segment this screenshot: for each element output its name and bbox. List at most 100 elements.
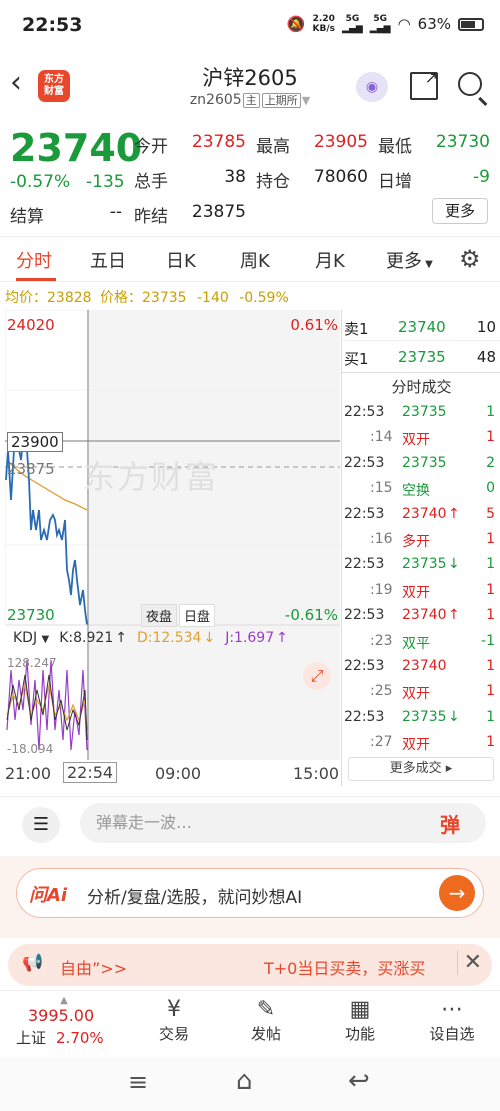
- status-icons: 🔕 2.20 KB/s 5G ▂▄▆ 5G ▂▄▆ ◠ 63%: [287, 14, 484, 34]
- nav-trade[interactable]: ¥ 交易: [134, 997, 214, 1044]
- ref-price: 23875: [7, 460, 55, 478]
- trade-volume: 0: [486, 480, 495, 497]
- tab-five-day[interactable]: 五日: [90, 247, 126, 273]
- danmu-input[interactable]: 弹幕走一波…: [80, 803, 486, 843]
- trade-price: 23740: [402, 658, 447, 674]
- kdj-j: J:1.697: [225, 630, 275, 646]
- trade-row: 22:53 23740 ↑ 5: [342, 502, 497, 528]
- share-icon[interactable]: ↗: [410, 68, 438, 100]
- ai-entry[interactable]: 问Ai 分析/复盘/选股，就问妙想AI →: [16, 868, 484, 918]
- trade-row: :25 双开 1: [342, 679, 497, 705]
- tab-monthly-k[interactable]: 月K: [315, 247, 345, 273]
- chart-canvas[interactable]: [5, 310, 340, 760]
- search-icon[interactable]: [458, 72, 488, 106]
- kdj-selector[interactable]: KDJ ▼: [13, 630, 49, 646]
- index-ticker[interactable]: ▲ 3995.00 上证 2.70%: [16, 995, 126, 1048]
- tab-weekly-k[interactable]: 周K: [240, 247, 270, 273]
- edit-icon: ✎: [256, 997, 276, 1022]
- home-icon[interactable]: ⌂: [236, 1066, 253, 1096]
- intraday-chart[interactable]: 东方财富 24020 0.61% 23900 23875 23730 -0.61…: [5, 310, 340, 760]
- assistant-avatar-icon[interactable]: ◉: [356, 72, 388, 102]
- chart-bottom-pct: -0.61%: [284, 606, 338, 624]
- kdj-bottom-value: -18.094: [7, 742, 54, 756]
- open-label: 今开: [134, 137, 168, 157]
- trade-volume: 2: [486, 454, 495, 471]
- close-icon[interactable]: ✕: [456, 950, 482, 975]
- quote-panel: 23740 -0.57% -135 结算 -- 今开 23785 最高 2390…: [0, 120, 500, 230]
- trade-row: 22:53 23735 2: [342, 451, 497, 477]
- back-nav-icon[interactable]: ↩: [348, 1066, 370, 1096]
- oi-value: 78060: [313, 167, 368, 187]
- danmu-list-icon[interactable]: ☰: [22, 807, 60, 843]
- settle-value: --: [109, 202, 122, 222]
- bid-price: 23735: [398, 348, 446, 366]
- more-dots-icon: ⋯: [441, 997, 463, 1022]
- signal-1-icon: 5G ▂▄▆: [342, 14, 363, 34]
- tab-intraday[interactable]: 分时: [16, 247, 52, 273]
- trade-time: :14: [370, 429, 393, 446]
- trade-time: 22:53: [344, 454, 385, 471]
- index-price: 3995.00: [28, 1006, 95, 1025]
- signal-2-icon: 5G ▂▄▆: [369, 14, 391, 34]
- daily-inc-label: 日增: [378, 172, 412, 192]
- danmu-toggle-button[interactable]: 弹: [440, 809, 460, 838]
- battery-level: 63%: [417, 15, 451, 33]
- last-price: 23740: [10, 126, 143, 170]
- trade-price: 双平: [402, 635, 430, 652]
- grid-icon: ▦: [349, 997, 371, 1022]
- kdj-d: D:12.534: [136, 630, 202, 646]
- kdj-header: KDJ ▼ K:8.921 ↑ D:12.534 ↓ J:1.697 ↑: [13, 630, 288, 646]
- trade-direction-icon: ↓: [448, 708, 460, 725]
- trade-time: :16: [370, 531, 393, 547]
- trade-volume: 1: [486, 734, 495, 751]
- tab-more[interactable]: 更多 ▼: [386, 247, 433, 273]
- trade-price: 23740: [402, 505, 447, 522]
- wifi-icon: ◠: [397, 15, 411, 33]
- trade-row: 22:53 23735 ↓ 1: [342, 552, 497, 578]
- ask-volume: 10: [476, 318, 496, 336]
- trade-row: 22:53 23735 1: [342, 400, 497, 426]
- more-trades-button[interactable]: 更多成交 ▸: [348, 757, 494, 781]
- ask-price: 23740: [398, 318, 446, 336]
- menu-icon[interactable]: ≡: [128, 1068, 148, 1096]
- night-session-button[interactable]: 夜盘: [141, 604, 178, 627]
- chart-bottom-price: 23730: [7, 606, 55, 624]
- avg-price-line: 均价：23828 价格：23735 -140 -0.59%: [5, 290, 289, 306]
- arrow-right-icon[interactable]: →: [439, 875, 475, 911]
- system-nav: ≡ ⌂ ↩: [0, 1058, 500, 1111]
- trade-row: :14 双开 1: [342, 425, 497, 451]
- settings-gear-icon[interactable]: ⚙: [459, 245, 481, 273]
- trade-volume: 1: [486, 658, 495, 674]
- more-button[interactable]: 更多: [432, 198, 488, 224]
- trade-row: :15 空换 0: [342, 476, 497, 502]
- promo-banner[interactable]: 📢 自由”>> T+0当日买卖，买涨买 ✕: [8, 944, 492, 986]
- trade-time: 22:53: [344, 658, 385, 674]
- day-session-button[interactable]: 日盘: [179, 604, 216, 627]
- clock: 22:53: [22, 14, 83, 36]
- trade-row: 22:53 23735 ↓ 1: [342, 705, 497, 731]
- period-tabs: 分时 五日 日K 周K 月K 更多 ▼ ⚙: [0, 236, 500, 282]
- tab-daily-k[interactable]: 日K: [166, 247, 196, 273]
- open-value: 23785: [191, 132, 246, 152]
- trade-volume: 1: [486, 429, 495, 446]
- nav-add-watchlist[interactable]: ⋯ 设自选: [412, 997, 492, 1044]
- mute-icon: 🔕: [286, 15, 306, 33]
- nav-functions[interactable]: ▦ 功能: [320, 997, 400, 1044]
- crosshair-price: 23900: [7, 432, 63, 452]
- bottom-nav: ▲ 3995.00 上证 2.70% ¥ 交易 ✎ 发帖 ▦ 功能 ⋯ 设自选: [0, 990, 500, 1056]
- trade-volume: 1: [486, 708, 495, 725]
- trade-time: :15: [370, 480, 393, 497]
- volume-value: 38: [224, 167, 246, 187]
- trade-price: 双开: [402, 737, 430, 754]
- change-value: -135: [86, 172, 125, 192]
- index-pct: 2.70%: [56, 1029, 104, 1047]
- trade-time: 22:53: [344, 607, 385, 624]
- nav-post[interactable]: ✎ 发帖: [226, 997, 306, 1044]
- trade-volume: 5: [486, 505, 495, 522]
- promo-text-right: T+0当日买卖，买涨买: [264, 959, 426, 978]
- trade-direction-icon: ↑: [448, 607, 460, 624]
- trade-price: 双开: [402, 432, 430, 449]
- expand-icon[interactable]: ⤢: [303, 662, 331, 690]
- trade-time: 22:53: [344, 505, 385, 522]
- trade-price: 双开: [402, 686, 430, 703]
